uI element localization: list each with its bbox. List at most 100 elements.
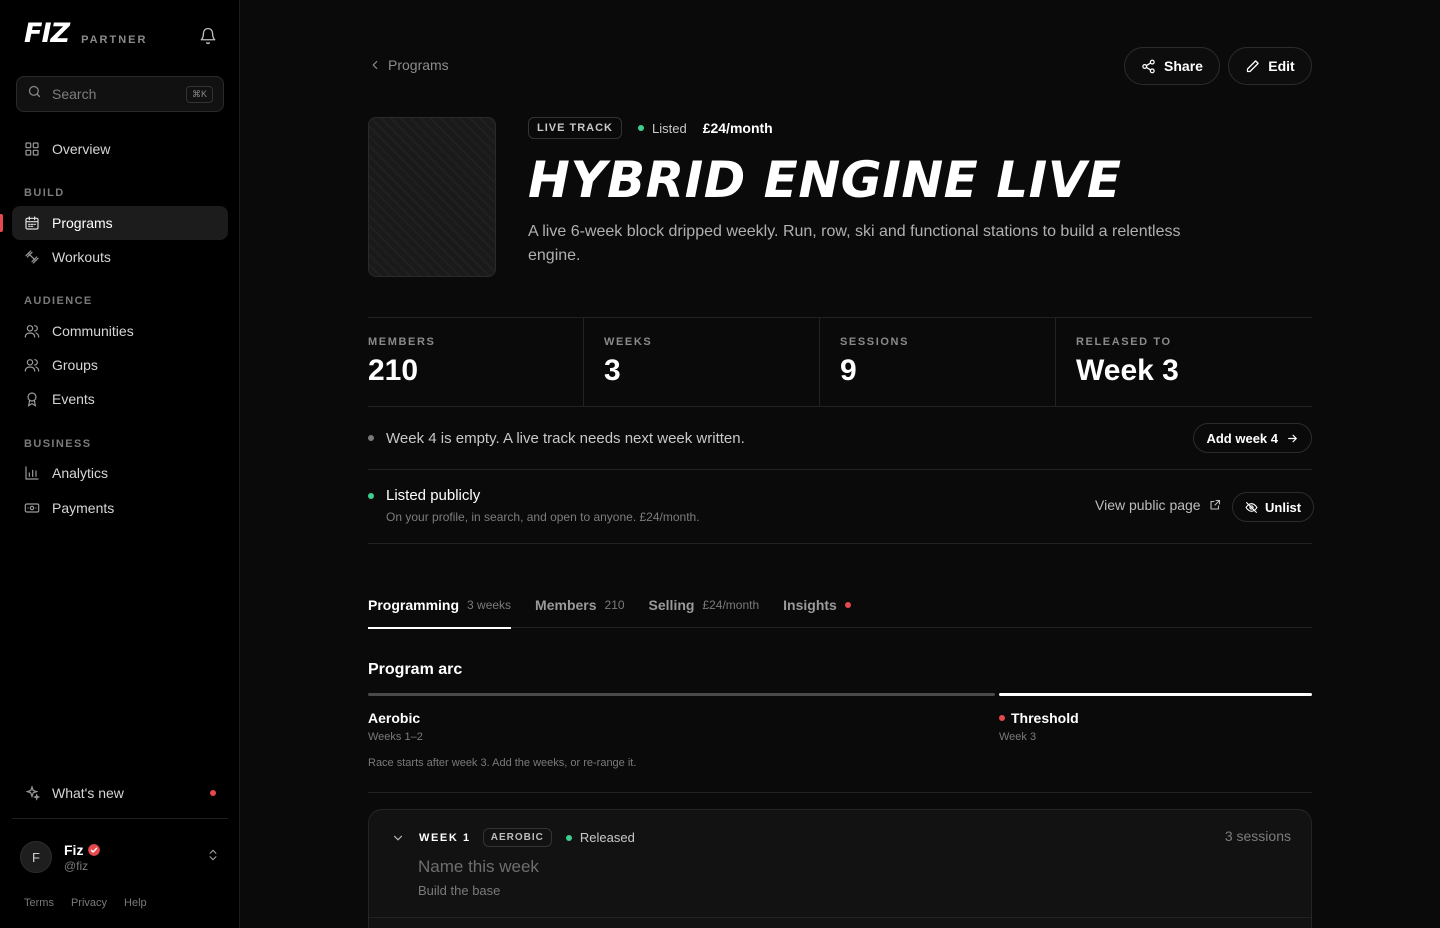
sidebar: FIZ PARTNER Search ⌘K Overview BUILD Pro… — [0, 0, 240, 928]
notification-dot — [210, 790, 216, 796]
privacy-link[interactable]: Privacy — [71, 897, 107, 909]
program-cover-image[interactable] — [368, 117, 496, 277]
search-icon — [27, 84, 42, 104]
week-subtitle[interactable]: Build the base — [418, 883, 500, 898]
sidebar-item-label: Groups — [52, 357, 98, 373]
tab-count: £24/month — [702, 598, 760, 612]
status-dot — [565, 834, 572, 841]
terms-link[interactable]: Terms — [24, 897, 54, 909]
sidebar-item-payments[interactable]: Payments — [12, 491, 228, 525]
sidebar-item-label: Workouts — [52, 249, 111, 265]
stat-weeks: WEEKS 3 — [584, 318, 820, 406]
sidebar-item-communities[interactable]: Communities — [12, 314, 228, 348]
footer-links: Terms Privacy Help — [24, 897, 164, 909]
sidebar-item-events[interactable]: Events — [12, 382, 228, 416]
program-arc-title: Program arc — [368, 661, 463, 678]
section-label-business: BUSINESS — [24, 438, 92, 450]
help-link[interactable]: Help — [124, 897, 147, 909]
stat-sessions: SESSIONS 9 — [820, 318, 1056, 406]
card-divider — [369, 917, 1311, 918]
brand-logo[interactable]: FIZ PARTNER — [24, 20, 147, 48]
breadcrumb-back-link[interactable]: Programs — [368, 57, 449, 73]
sidebar-item-analytics[interactable]: Analytics — [12, 456, 228, 490]
edit-button[interactable]: Edit — [1228, 47, 1312, 85]
share-button[interactable]: Share — [1124, 47, 1220, 85]
tab-members[interactable]: Members 210 — [535, 582, 625, 628]
sidebar-item-label: Payments — [52, 500, 115, 516]
unlist-label: Unlist — [1265, 499, 1302, 515]
view-public-page-link[interactable]: View public page — [1095, 497, 1221, 513]
phase-label: Aerobic — [368, 710, 421, 726]
users-icon — [24, 325, 40, 338]
sparkles-icon — [25, 785, 40, 801]
eye-off-icon — [1245, 501, 1258, 513]
program-price: £24/month — [702, 120, 773, 136]
stat-value: 3 — [604, 354, 621, 387]
unlist-button[interactable]: Unlist — [1232, 492, 1315, 522]
release-label: Released — [579, 830, 635, 845]
arc-segment-threshold[interactable] — [999, 693, 1312, 696]
bell-icon[interactable] — [199, 27, 217, 45]
tab-programming[interactable]: Programming 3 weeks — [368, 582, 512, 629]
stat-members: MEMBERS 210 — [368, 318, 584, 406]
arrow-right-icon — [1288, 434, 1297, 442]
search-input[interactable]: Search ⌘K — [16, 76, 224, 112]
program-meta: LIVE TRACK Listed £24/month — [528, 117, 773, 139]
share-label: Share — [1164, 58, 1203, 74]
edit-label: Edit — [1268, 58, 1295, 74]
stat-label: RELEASED TO — [1076, 336, 1172, 348]
stat-value: 210 — [368, 354, 419, 387]
chevron-down-icon[interactable] — [391, 831, 405, 845]
section-label-build: BUILD — [24, 187, 65, 199]
week-name-field[interactable]: Name this week — [418, 857, 539, 877]
chevrons-up-down-icon — [206, 848, 220, 867]
search-shortcut: ⌘K — [185, 85, 213, 103]
program-type-pill: LIVE TRACK — [528, 117, 622, 139]
tab-count: 210 — [604, 598, 625, 612]
notice-text: Week 4 is empty. A live track needs next… — [386, 429, 745, 447]
sidebar-item-overview[interactable]: Overview — [12, 132, 228, 166]
tab-insights[interactable]: Insights — [783, 582, 851, 628]
sidebar-item-groups[interactable]: Groups — [12, 348, 228, 382]
week-header[interactable]: WEEK 1 AEROBIC Released — [391, 828, 635, 847]
whats-new-label: What's new — [52, 785, 124, 801]
listing-subtitle: On your profile, in search, and open to … — [386, 510, 700, 524]
add-week-label: Add week 4 — [1206, 430, 1278, 446]
account-switcher[interactable]: F Fiz @fiz — [20, 840, 220, 874]
award-icon — [27, 392, 37, 407]
logo-subtitle: PARTNER — [81, 34, 148, 46]
phase-pill: AEROBIC — [482, 828, 552, 847]
phase-name: Threshold — [999, 710, 1079, 726]
external-link-icon — [1210, 499, 1220, 510]
view-public-label: View public page — [1095, 497, 1201, 513]
whats-new-button[interactable]: What's new — [12, 776, 228, 810]
logo-mark: FIZ — [24, 18, 70, 49]
section-label-audience: AUDIENCE — [24, 295, 93, 307]
sidebar-item-label: Events — [52, 391, 95, 407]
tab-selling[interactable]: Selling £24/month — [649, 582, 760, 628]
grid-icon — [25, 142, 39, 156]
listed-label: Listed — [652, 120, 687, 136]
user-name: Fiz — [64, 841, 84, 858]
calendar-icon — [25, 216, 39, 230]
arc-segment-aerobic[interactable] — [368, 693, 995, 696]
sessions-count: 3 sessions — [1224, 828, 1291, 844]
sidebar-item-workouts[interactable]: Workouts — [12, 240, 228, 274]
phase-weeks: Week 3 — [999, 731, 1037, 743]
verified-badge-icon — [88, 843, 101, 856]
phase-name: Aerobic — [368, 710, 420, 726]
notice-dot — [368, 435, 374, 441]
week-card: WEEK 1 AEROBIC Released 3 sessions Name … — [368, 809, 1312, 928]
status-dot — [638, 125, 644, 131]
section-divider — [368, 792, 1312, 793]
add-week-button[interactable]: Add week 4 — [1193, 423, 1312, 453]
banknote-icon — [24, 503, 40, 513]
tab-label: Insights — [783, 597, 837, 613]
stat-label: SESSIONS — [840, 336, 910, 348]
notification-dot — [844, 602, 851, 608]
sidebar-item-label: Analytics — [52, 465, 109, 481]
bar-chart-icon — [25, 466, 39, 480]
sidebar-item-programs[interactable]: Programs — [12, 206, 228, 240]
chevron-left-icon — [372, 60, 378, 70]
stat-value: Week 3 — [1076, 354, 1179, 387]
